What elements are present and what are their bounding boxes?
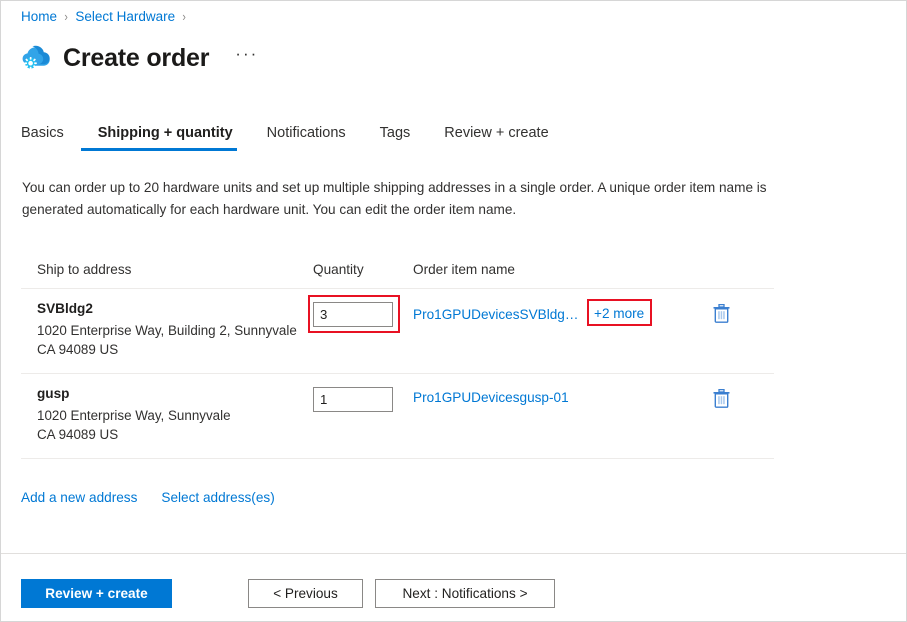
- select-addresses-link[interactable]: Select address(es): [161, 490, 274, 505]
- address-actions: Add a new address Select address(es): [21, 490, 275, 505]
- column-header-quantity: Quantity: [313, 262, 413, 277]
- more-items-link[interactable]: +2 more: [591, 306, 647, 321]
- tab-tags[interactable]: Tags: [363, 121, 428, 151]
- row-actions-cell: [703, 386, 768, 412]
- previous-button[interactable]: < Previous: [248, 579, 363, 608]
- table-row: SVBldg2 1020 Enterprise Way, Building 2,…: [21, 289, 774, 374]
- row-address-cell: gusp 1020 Enterprise Way, Sunnyvale CA 9…: [21, 386, 313, 444]
- tab-review-create[interactable]: Review + create: [427, 121, 565, 151]
- tab-basics-label: Basics: [21, 125, 64, 141]
- breadcrumb-item-home[interactable]: Home: [21, 9, 57, 24]
- tab-tags-label: Tags: [380, 125, 411, 141]
- breadcrumb-item-select-hardware[interactable]: Select Hardware: [75, 9, 175, 24]
- quantity-input[interactable]: [313, 302, 393, 327]
- tab-shipping-quantity-label: Shipping + quantity: [98, 125, 233, 141]
- delete-address-button[interactable]: [709, 303, 733, 327]
- more-options-icon[interactable]: ···: [231, 43, 262, 64]
- order-item-name-link[interactable]: Pro1GPUDevicesSVBldg2-...: [413, 307, 585, 322]
- address-name: gusp: [37, 386, 313, 401]
- add-new-address-link[interactable]: Add a new address: [21, 490, 137, 505]
- tab-notifications[interactable]: Notifications: [250, 121, 363, 151]
- shipping-address-table: Ship to address Quantity Order item name…: [21, 256, 774, 459]
- more-items-wrapper: +2 more: [591, 305, 647, 323]
- tab-basics[interactable]: Basics: [21, 121, 81, 151]
- breadcrumb-separator-icon-2: ›: [183, 9, 186, 24]
- address-line-2: CA 94089 US: [37, 425, 313, 444]
- trash-icon: [713, 389, 730, 411]
- next-notifications-button[interactable]: Next : Notifications >: [375, 579, 555, 608]
- row-actions-cell: [703, 301, 768, 327]
- footer-divider: [1, 553, 906, 554]
- address-line-1: 1020 Enterprise Way, Building 2, Sunnyva…: [37, 321, 313, 340]
- table-row: gusp 1020 Enterprise Way, Sunnyvale CA 9…: [21, 374, 774, 459]
- quantity-input[interactable]: [313, 387, 393, 412]
- page-title: Create order: [63, 44, 209, 73]
- description-text: You can order up to 20 hardware units an…: [22, 177, 767, 221]
- wizard-footer: Review + create < Previous Next : Notifi…: [21, 579, 555, 608]
- address-line-1: 1020 Enterprise Way, Sunnyvale: [37, 406, 313, 425]
- delete-address-button[interactable]: [709, 388, 733, 412]
- address-line-2: CA 94089 US: [37, 340, 313, 359]
- tab-review-create-label: Review + create: [444, 125, 548, 141]
- trash-icon: [713, 304, 730, 326]
- row-order-item-cell: Pro1GPUDevicesgusp-01: [413, 386, 703, 405]
- order-item-name-link[interactable]: Pro1GPUDevicesgusp-01: [413, 390, 569, 405]
- create-order-page: Home › Select Hardware ›: [0, 0, 907, 622]
- page-header: Create order ···: [19, 37, 262, 79]
- breadcrumb-separator-icon: ›: [64, 9, 67, 24]
- tab-shipping-quantity[interactable]: Shipping + quantity: [81, 121, 250, 151]
- breadcrumb: Home › Select Hardware ›: [21, 9, 187, 24]
- wizard-tabs: Basics Shipping + quantity Notifications…: [21, 121, 566, 151]
- azure-stack-edge-cloud-icon: [19, 39, 57, 77]
- tab-notifications-label: Notifications: [267, 125, 346, 141]
- row-address-cell: SVBldg2 1020 Enterprise Way, Building 2,…: [21, 301, 313, 359]
- row-quantity-cell: [313, 301, 413, 327]
- row-order-item-cell: Pro1GPUDevicesSVBldg2-... +2 more: [413, 301, 703, 323]
- row-quantity-cell: [313, 386, 413, 412]
- column-header-order-item-name: Order item name: [413, 262, 703, 277]
- table-header-row: Ship to address Quantity Order item name: [21, 256, 774, 289]
- address-name: SVBldg2: [37, 301, 313, 316]
- column-header-ship-to-address: Ship to address: [21, 262, 313, 277]
- review-create-button[interactable]: Review + create: [21, 579, 172, 608]
